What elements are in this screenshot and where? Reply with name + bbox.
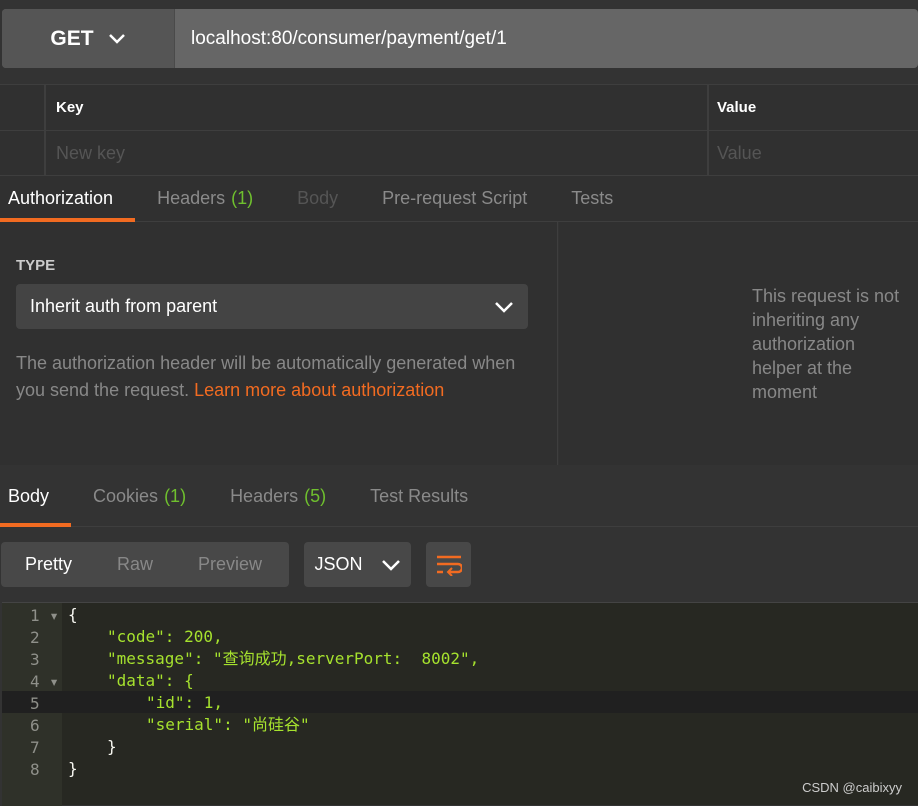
auth-info: This request is not inheriting any autho… xyxy=(559,222,918,465)
value-input[interactable]: Value xyxy=(709,131,918,176)
view-mode-group: Pretty Raw Preview xyxy=(1,542,289,587)
tab-response-headers[interactable]: Headers (5) xyxy=(222,466,348,526)
auth-type-select[interactable]: Inherit auth from parent xyxy=(16,284,528,329)
code-line: } xyxy=(68,759,78,778)
active-line xyxy=(2,691,918,713)
format-label: JSON xyxy=(314,554,363,574)
auth-panel: TYPE Inherit auth from parent The author… xyxy=(0,222,558,465)
raw-button[interactable]: Raw xyxy=(117,554,153,575)
tab-pre-request-script[interactable]: Pre-request Script xyxy=(374,176,549,221)
tab-cookies[interactable]: Cookies (1) xyxy=(85,466,208,526)
code-line: "data": { xyxy=(107,671,194,690)
tab-response-body[interactable]: Body xyxy=(0,466,72,527)
response-tabs: Body Cookies (1) Headers (5) Test Results xyxy=(0,466,918,527)
chevron-down-icon xyxy=(108,33,125,44)
format-select[interactable]: JSON xyxy=(304,542,411,587)
code-line: "id": 1, xyxy=(146,693,224,712)
code-line: "serial": "尚硅谷" xyxy=(146,715,310,734)
code-line: } xyxy=(107,737,117,756)
auth-info-text: This request is not inheriting any autho… xyxy=(752,285,900,402)
auth-type-value: Inherit auth from parent xyxy=(30,296,218,316)
request-bar: GET localhost:80/consumer/payment/get/1 xyxy=(2,9,918,68)
pretty-button[interactable]: Pretty xyxy=(25,554,72,575)
tab-headers[interactable]: Headers (1) xyxy=(149,176,275,221)
count-badge: (1) xyxy=(231,188,254,208)
line-number: 5 xyxy=(30,693,40,713)
params-header-row: Key Value xyxy=(0,84,918,130)
method-label: GET xyxy=(50,26,94,50)
tab-label: Cookies xyxy=(93,485,159,506)
line-number: 7 xyxy=(30,737,40,757)
response-editor[interactable]: 1 ▾ {2 "code": 200, 3 "message": "查询成功,serve… xyxy=(2,602,918,806)
type-label: TYPE xyxy=(16,257,56,274)
tab-label: Test Results xyxy=(370,485,469,506)
learn-more-link[interactable]: Learn more about authorization xyxy=(194,380,444,400)
url-input[interactable]: localhost:80/consumer/payment/get/1 xyxy=(175,9,918,68)
count-badge: (1) xyxy=(164,485,187,506)
params-row: New key Value xyxy=(0,130,918,176)
code-line: "message": "查询成功,serverPort: 8002", xyxy=(107,649,480,668)
auth-description: The authorization header will be automat… xyxy=(16,350,536,404)
watermark: CSDN @caibixyy xyxy=(802,780,902,795)
request-tabs: Authorization Headers (1) Body Pre-reques… xyxy=(0,175,918,222)
count-badge: (5) xyxy=(304,485,327,506)
tab-test-results[interactable]: Test Results xyxy=(362,466,490,526)
new-key-input[interactable]: New key xyxy=(46,131,709,176)
tab-label: Authorization xyxy=(8,188,114,208)
line-number: 2 xyxy=(30,627,40,647)
line-number: 4 ▾ xyxy=(30,671,59,691)
tab-label: Pre-request Script xyxy=(382,188,528,208)
tab-authorization[interactable]: Authorization xyxy=(0,176,136,222)
chevron-down-icon xyxy=(495,301,513,313)
tab-body[interactable]: Body xyxy=(289,176,360,221)
line-number: 6 xyxy=(30,715,40,735)
value-header: Value xyxy=(717,99,757,116)
code-line: "code": 200, xyxy=(107,627,223,646)
key-header: Key xyxy=(46,85,709,130)
method-select[interactable]: GET xyxy=(2,9,175,68)
tab-label: Body xyxy=(297,188,339,208)
tab-label: Headers xyxy=(230,485,299,506)
tab-label: Tests xyxy=(571,188,614,208)
line-number: 8 xyxy=(30,759,40,779)
tab-tests[interactable]: Tests xyxy=(563,176,635,221)
preview-button[interactable]: Preview xyxy=(198,554,262,575)
wrap-lines-button[interactable] xyxy=(426,542,471,587)
chevron-down-icon xyxy=(381,559,400,571)
tab-label: Body xyxy=(8,485,50,506)
tab-label: Headers xyxy=(157,188,226,208)
line-number: 1 ▾ xyxy=(30,605,59,625)
wrap-lines-icon xyxy=(436,555,462,576)
line-number: 3 xyxy=(30,649,40,669)
code-line: { xyxy=(68,605,78,624)
